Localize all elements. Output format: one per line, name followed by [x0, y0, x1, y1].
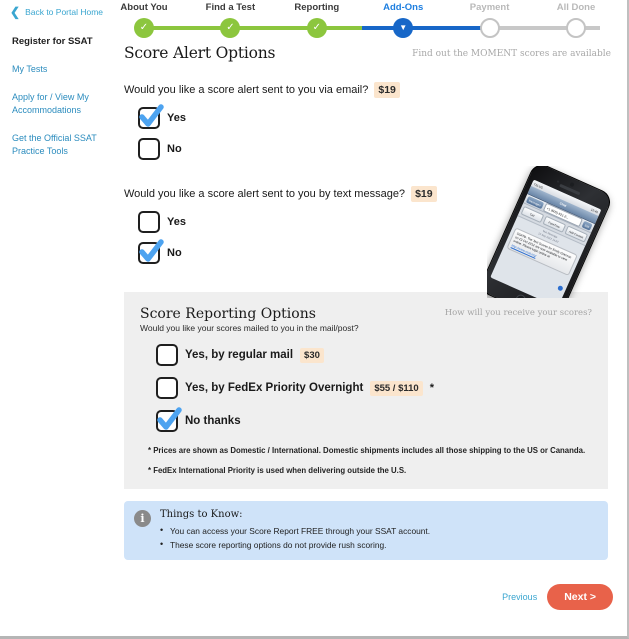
- info-icon: i: [134, 510, 151, 527]
- sidebar-item-my-tests[interactable]: My Tests: [12, 63, 108, 76]
- check-icon: ✓: [139, 22, 149, 33]
- checkbox-label: Yes: [167, 216, 186, 228]
- text-alert-price: $19: [411, 186, 437, 202]
- checkbox-label: No: [167, 143, 182, 155]
- main-content: Score Alert Options Find out the MOMENT …: [124, 44, 611, 560]
- checkbox-option[interactable]: No: [138, 138, 611, 160]
- checkbox-label: Yes: [167, 112, 186, 124]
- checkbox-unchecked-icon[interactable]: [156, 377, 178, 399]
- chevron-left-icon: ❮: [10, 5, 21, 19]
- stepper-label-payment[interactable]: Payment: [470, 2, 510, 13]
- back-link-label: Back to Portal Home: [25, 7, 104, 17]
- list-item: You can access your Score Report FREE th…: [160, 523, 598, 538]
- stepper-node-about-you[interactable]: ✓: [134, 18, 154, 38]
- email-alert-options: Yes No: [124, 104, 611, 160]
- stepper-label-about-you[interactable]: About You: [120, 2, 167, 13]
- stepper-segment: [230, 26, 317, 30]
- stepper-label-find-a-test[interactable]: Find a Test: [206, 2, 255, 13]
- back-to-portal-home-link[interactable]: ❮ Back to Portal Home: [10, 6, 103, 18]
- score-reporting-panel: Score Reporting Options Would you like y…: [124, 292, 608, 489]
- checkbox-option[interactable]: Yes, by regular mail $30: [156, 344, 592, 366]
- sidebar-item-practice-tools[interactable]: Get the Official SSAT Practice Tools: [12, 132, 108, 158]
- list-item: These score reporting options do not pro…: [160, 537, 598, 552]
- things-to-know-box: i Things to Know: You can access your Sc…: [124, 501, 608, 560]
- sidebar-title: Register for SSAT: [12, 36, 93, 47]
- form-footer: Previous Next >: [502, 584, 613, 610]
- stepper-labels: About You Find a Test Reporting Add-Ons Paym…: [108, 2, 622, 18]
- phone-illustration: TELUS 12:40 Chat Messages +1 (605) 621-2…: [487, 166, 617, 298]
- progress-stepper: About You Find a Test Reporting Add-Ons Paym…: [108, 2, 622, 38]
- checkbox-unchecked-icon[interactable]: [156, 344, 178, 366]
- sidebar: Register for SSAT My Tests Apply for / V…: [12, 36, 108, 173]
- sidebar-item-accommodations[interactable]: Apply for / View My Accommodations: [12, 91, 108, 117]
- check-icon: ✓: [312, 22, 321, 33]
- checkbox-option[interactable]: Yes: [138, 104, 611, 129]
- option-price: $30: [300, 347, 324, 363]
- phone-info-dot-icon: [557, 284, 564, 292]
- email-alert-price: $19: [374, 82, 400, 98]
- stepper-segment: [489, 26, 576, 30]
- checkbox-label: Yes, by FedEx Priority Overnight: [185, 382, 364, 394]
- phone-home-button-icon: [514, 293, 528, 298]
- things-to-know-title: Things to Know:: [160, 509, 243, 520]
- stepper-label-reporting[interactable]: Reporting: [294, 2, 339, 13]
- score-reporting-subtitle: Would you like your scores mailed to you…: [140, 323, 359, 333]
- stepper-node-all-done[interactable]: [566, 18, 586, 38]
- score-reporting-header: Score Reporting Options Would you like y…: [140, 306, 592, 333]
- checkbox-checked-icon[interactable]: [138, 239, 164, 264]
- checkbox-label: No: [167, 247, 182, 259]
- stepper-node-reporting[interactable]: ✓: [306, 18, 327, 38]
- price-note-fedex: * FedEx International Priority is used w…: [148, 466, 407, 475]
- stepper-node-payment[interactable]: [479, 18, 500, 38]
- stepper-segment: [144, 26, 231, 30]
- next-button[interactable]: Next >: [547, 584, 613, 610]
- stepper-track: ✓ ✓ ✓ ▼: [108, 18, 622, 38]
- option-price: $55 / $110: [370, 380, 423, 396]
- score-alert-header: Score Alert Options Find out the MOMENT …: [124, 44, 611, 70]
- iphone-device: TELUS 12:40 Chat Messages +1 (605) 621-2…: [487, 166, 615, 298]
- things-to-know-list: You can access your Score Report FREE th…: [160, 523, 598, 552]
- text-question-text: Would you like a score alert sent to you…: [124, 188, 406, 200]
- checkbox-checked-icon[interactable]: [138, 104, 164, 129]
- checkbox-option[interactable]: Yes, by FedEx Priority Overnight $55 / $1…: [156, 377, 592, 399]
- stepper-node-add-ons[interactable]: ▼: [393, 18, 414, 38]
- price-note-domestic: * Prices are shown as Domestic / Interna…: [148, 446, 586, 455]
- footnote-asterisk: *: [429, 382, 434, 394]
- checkbox-checked-icon[interactable]: [156, 407, 182, 432]
- stepper-label-add-ons[interactable]: Add-Ons: [383, 2, 423, 13]
- score-alert-hint: Find out the MOMENT scores are available: [412, 49, 611, 59]
- stepper-node-find-a-test[interactable]: ✓: [220, 18, 241, 38]
- registration-page: ❮ Back to Portal Home About You Find a Te…: [0, 0, 629, 639]
- checkbox-unchecked-icon[interactable]: [138, 138, 160, 160]
- chevron-down-icon: ▼: [399, 23, 408, 32]
- stepper-label-all-done[interactable]: All Done: [557, 2, 596, 13]
- checkbox-option[interactable]: No thanks: [156, 407, 592, 432]
- checkbox-unchecked-icon[interactable]: [138, 211, 160, 233]
- email-question-text: Would you like a score alert sent to you…: [124, 84, 369, 96]
- checkbox-label: Yes, by regular mail: [185, 349, 294, 361]
- phone-camera-icon: [569, 181, 575, 188]
- score-reporting-hint: How will you receive your scores?: [444, 308, 592, 318]
- checkbox-label: No thanks: [185, 415, 241, 427]
- phone-screen: TELUS 12:40 Chat Messages +1 (605) 621-2…: [490, 179, 602, 298]
- email-alert-question: Would you like a score alert sent to you…: [124, 82, 611, 98]
- check-icon: ✓: [226, 22, 235, 33]
- score-reporting-options: Yes, by regular mail $30 Yes, by FedEx Pri…: [140, 344, 592, 432]
- previous-button[interactable]: Previous: [502, 592, 537, 602]
- stepper-segment: [403, 26, 490, 30]
